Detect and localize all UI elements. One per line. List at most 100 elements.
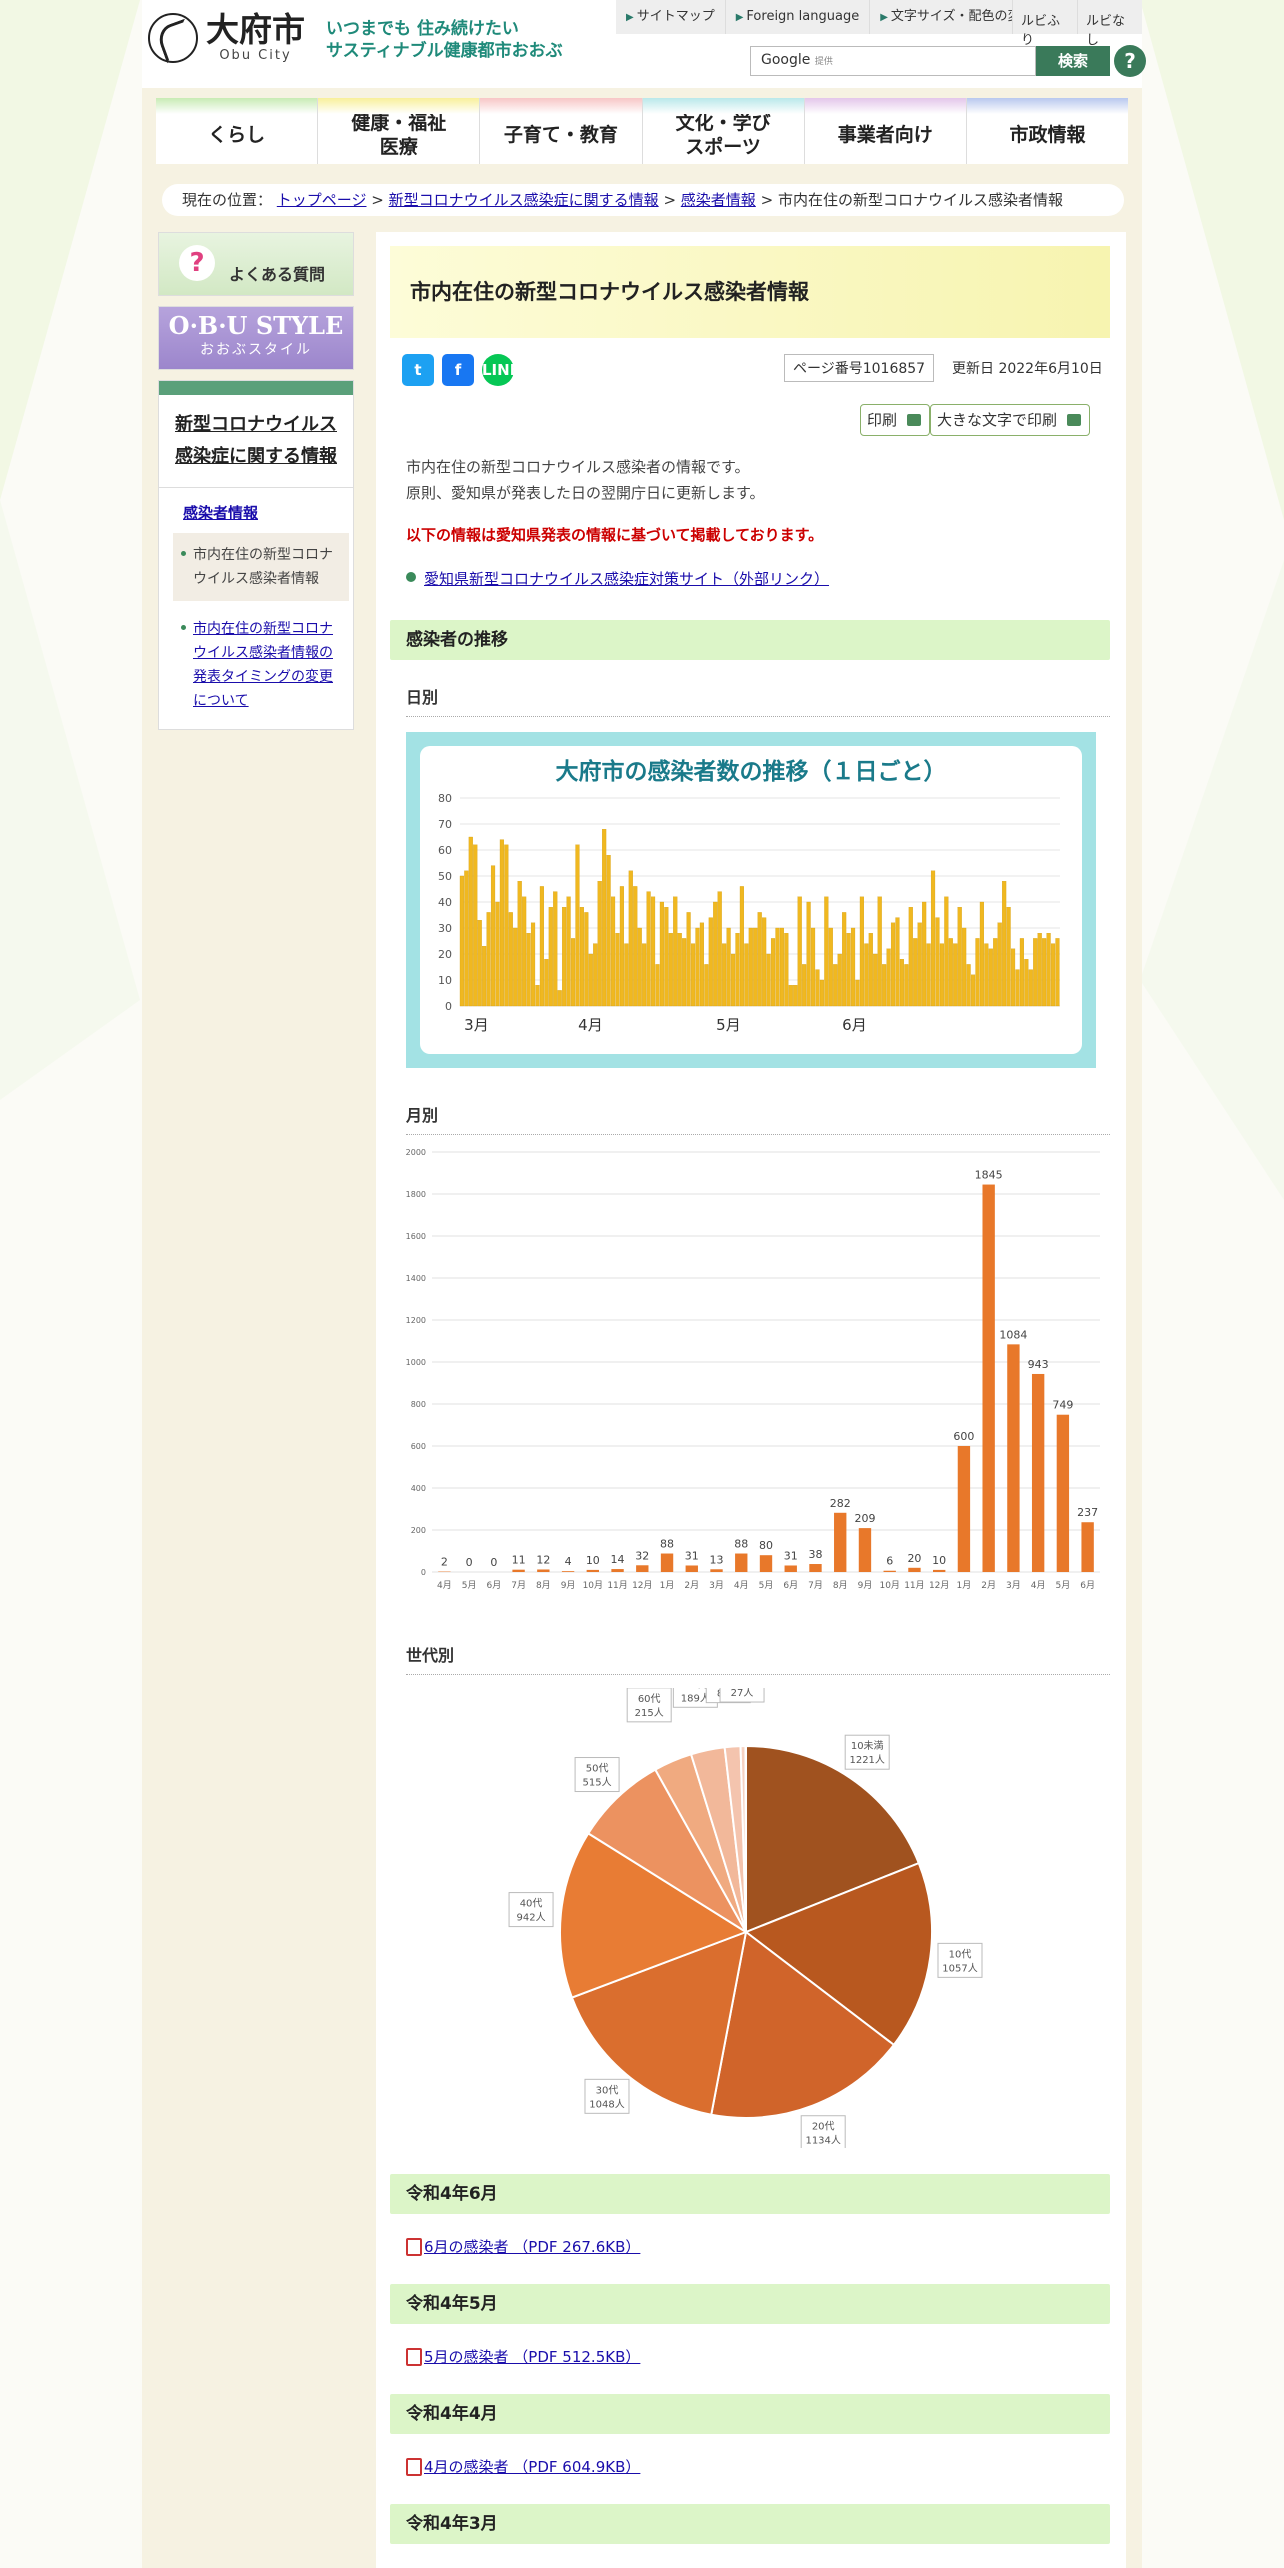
data-label: 1845 [975, 1169, 1003, 1182]
pdf-link-april[interactable]: 4月の感染者 （PDF 604.9KB） [405, 2456, 640, 2477]
monthly-bar [858, 1528, 872, 1572]
pie-label: 50代 [586, 1763, 609, 1775]
x-tick-label: 5月 [716, 1016, 741, 1034]
daily-bar [610, 896, 616, 1007]
x-tick-label: 5月 [759, 1580, 774, 1591]
data-label: 32 [635, 1549, 649, 1562]
gnav-city-info[interactable]: 市政情報 [966, 98, 1129, 164]
twitter-icon[interactable]: t [402, 354, 434, 386]
x-tick-label: 8月 [833, 1580, 848, 1591]
catchphrase: いつまでも 住み続けたい サスティナブル健康都市おおぶ [326, 18, 563, 62]
data-label: 80 [759, 1539, 773, 1552]
ruby-on-button[interactable]: ルビふり [1012, 0, 1077, 48]
foreign-language-link[interactable]: ▶ Foreign language [726, 0, 871, 34]
question-icon: ? [179, 245, 215, 281]
help-icon[interactable]: ? [1114, 45, 1146, 77]
line-icon[interactable]: LINE [482, 354, 520, 386]
search-input[interactable]: Google 提供 [750, 46, 1036, 76]
breadcrumb-top[interactable]: トップページ [277, 191, 367, 209]
catch-line-1: いつまでも 住み続けたい [326, 19, 519, 39]
triangle-icon: ▶ [626, 12, 634, 23]
y-tick-label: 1800 [406, 1190, 426, 1199]
y-tick-label: 30 [438, 922, 452, 935]
pie-value-label: 1134人 [805, 2135, 840, 2147]
page: 大府市 Obu City いつまでも 住み続けたい サスティナブル健康都市おおぶ ▶… [142, 0, 1146, 2568]
gnav-kurashi[interactable]: くらし [156, 98, 319, 164]
monthly-bar [1031, 1373, 1045, 1572]
pdf-link-june[interactable]: 6月の感染者 （PDF 267.6KB） [405, 2236, 640, 2257]
monthly-chart: 020040060080010001200140016001800200024月… [406, 1148, 1100, 1591]
daily-bar [797, 896, 802, 1007]
data-label: 943 [1028, 1358, 1049, 1371]
intro-text: 市内在住の新型コロナウイルス感染者の情報です。 原則、愛知県が発表した日の翌開庁日… [406, 454, 765, 506]
subheading-monthly: 月別 [406, 1102, 1110, 1135]
daily-bar [677, 933, 682, 1007]
gnav-culture[interactable]: 文化・学び スポーツ [642, 98, 805, 164]
daily-bar [757, 912, 762, 1007]
daily-bar [517, 881, 522, 1007]
pie-value-label: 215人 [635, 1707, 664, 1719]
gnav-business[interactable]: 事業者向け [804, 98, 967, 164]
print-large-button[interactable]: 大きな文字で印刷 [930, 404, 1091, 436]
daily-bar [1046, 933, 1051, 1007]
daily-bar [739, 886, 744, 1007]
city-name-en: Obu City [219, 48, 292, 63]
gnav-health[interactable]: 健康・福祉 医療 [318, 98, 481, 164]
daily-bar [477, 920, 482, 1007]
data-label: 6 [886, 1555, 893, 1568]
print-button[interactable]: 印刷 [860, 404, 931, 436]
y-tick-label: 1600 [406, 1232, 426, 1241]
pie-value-label: 27人 [731, 1688, 754, 1699]
daily-bar [544, 959, 549, 1007]
daily-bar [699, 922, 704, 1007]
daily-bar [988, 948, 993, 1007]
daily-bar [922, 901, 927, 1007]
daily-bar [744, 943, 749, 1007]
facebook-icon[interactable]: f [442, 354, 474, 386]
external-link[interactable]: 愛知県新型コロナウイルス感染症対策サイト（外部リンク） [405, 568, 829, 589]
obu-style-banner[interactable]: O·B·U STYLE おおぶスタイル [158, 306, 354, 370]
faq-banner[interactable]: ? よくある質問 [158, 232, 354, 296]
breadcrumb-cases[interactable]: 感染者情報 [681, 191, 756, 209]
daily-bar [686, 912, 691, 1007]
daily-bar [939, 943, 944, 1007]
ruby-off-button[interactable]: ルビなし [1077, 0, 1142, 48]
foreign-language-label: Foreign language [746, 9, 860, 24]
side-menu-item-timing[interactable]: 市内在住の新型コロナウイルス感染者情報の発表タイミングの変更について [193, 621, 333, 709]
monthly-bar [933, 1569, 946, 1572]
side-menu-cases[interactable]: 感染者情報 [183, 504, 258, 522]
gnav-label: くらし [208, 124, 266, 146]
y-tick-label: 50 [438, 870, 452, 883]
daily-bar [873, 953, 878, 1007]
section-heading-may: 令和4年5月 [390, 2284, 1110, 2324]
sitemap-link[interactable]: ▶ サイトマップ [616, 0, 726, 34]
gnav-childcare[interactable]: 子育て・教育 [480, 98, 643, 164]
daily-bar [1010, 948, 1016, 1007]
pdf-link-may[interactable]: 5月の感染者 （PDF 512.5KB） [405, 2346, 640, 2367]
monthly-bar [1081, 1522, 1094, 1572]
city-logo[interactable]: 大府市 Obu City [148, 12, 305, 63]
section-heading: 感染者の推移 [390, 620, 1110, 660]
daily-bar [646, 891, 651, 1007]
pie-label: 30代 [596, 2084, 619, 2096]
daily-bar [708, 917, 713, 1007]
pie-label: 40代 [520, 1898, 543, 1910]
daily-bar [1006, 907, 1011, 1007]
side-menu: 新型コロナウイルス感染症に関する情報 感染者情報 市内在住の新型コロナウイルス感… [158, 380, 354, 730]
side-menu-title[interactable]: 新型コロナウイルス感染症に関する情報 [159, 381, 353, 488]
monthly-bar [908, 1567, 921, 1572]
daily-bar [682, 938, 687, 1007]
daily-chart-svg: 0 10 20 30 40 50 60 70 80 3月 4月 5月 6月 [438, 792, 1060, 1034]
daily-bar [864, 943, 869, 1007]
monthly-bar [1007, 1344, 1020, 1572]
search-button[interactable]: 検索 [1036, 46, 1110, 76]
daily-bar [882, 964, 887, 1007]
pie-value-label: 1057人 [942, 1962, 977, 1974]
breadcrumb-sep: > [371, 191, 384, 209]
pie-slice [744, 1744, 747, 1933]
search-provided: 提供 [814, 57, 833, 67]
daily-bar [944, 896, 949, 1007]
breadcrumb-covid[interactable]: 新型コロナウイルス感染症に関する情報 [389, 191, 659, 209]
y-tick-label: 400 [411, 1484, 426, 1493]
updated-date: 更新日 2022年6月10日 [952, 361, 1103, 377]
